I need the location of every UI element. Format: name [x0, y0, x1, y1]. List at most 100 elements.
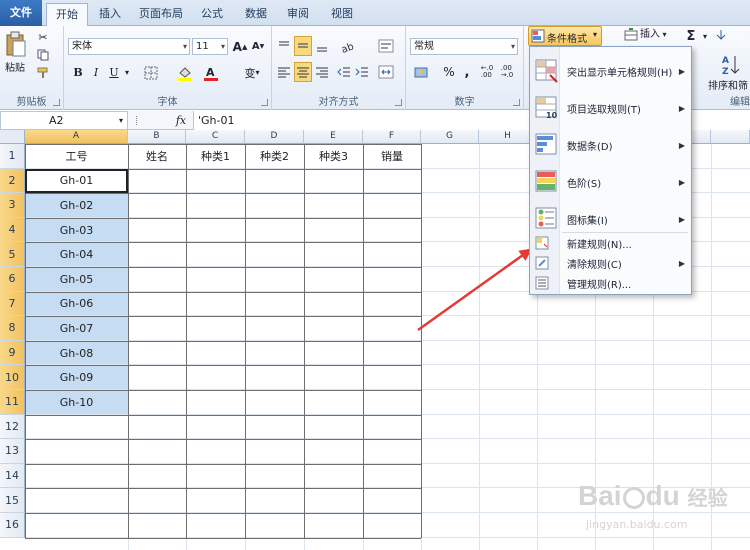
- align-top-icon[interactable]: [276, 38, 292, 54]
- shrink-font-icon[interactable]: A ▼: [250, 38, 266, 55]
- insert-cells-icon[interactable]: [624, 28, 638, 42]
- number-format-combo[interactable]: 常规 ▾: [410, 38, 518, 55]
- align-left-icon[interactable]: [276, 64, 292, 80]
- number-launcher-icon[interactable]: [513, 99, 520, 106]
- employee-id-cell[interactable]: Gh-01: [25, 169, 128, 194]
- table-header-cell[interactable]: 销量: [363, 144, 421, 169]
- tab-data[interactable]: 数据: [238, 3, 274, 26]
- tab-formulas[interactable]: 公式: [194, 3, 230, 26]
- borders-icon[interactable]: [140, 64, 162, 81]
- table-header-cell[interactable]: 工号: [25, 144, 128, 169]
- menu-item[interactable]: 清除规则(C) ▶: [530, 253, 693, 273]
- column-header[interactable]: A: [25, 130, 128, 144]
- increase-decimal-icon[interactable]: ←.0.00: [478, 64, 496, 80]
- row-header[interactable]: 16: [0, 513, 25, 538]
- name-box[interactable]: A2 ▾: [0, 111, 128, 130]
- employee-id-cell[interactable]: Gh-06: [25, 292, 128, 317]
- row-header[interactable]: 13: [0, 439, 25, 464]
- tab-review[interactable]: 审阅: [280, 3, 316, 26]
- tab-file[interactable]: 文件: [0, 0, 42, 26]
- fill-color-icon[interactable]: [174, 64, 196, 81]
- row-header[interactable]: 11: [0, 390, 25, 415]
- decrease-indent-icon[interactable]: [336, 64, 352, 80]
- row-header[interactable]: 2: [0, 168, 25, 194]
- column-header[interactable]: E: [304, 130, 363, 144]
- employee-id-cell[interactable]: Gh-03: [25, 218, 128, 243]
- row-header[interactable]: 14: [0, 463, 25, 489]
- employee-id-cell[interactable]: Gh-08: [25, 341, 128, 366]
- formula-bar-splitter[interactable]: [136, 116, 138, 125]
- comma-style-button[interactable]: ,: [460, 64, 474, 80]
- font-color-icon[interactable]: A: [200, 64, 222, 81]
- chevron-down-icon[interactable]: ▾: [122, 64, 132, 81]
- menu-item[interactable]: 新建规则(N)...: [530, 233, 693, 253]
- row-header[interactable]: 6: [0, 267, 25, 292]
- menu-item[interactable]: 色阶(S) ▶: [530, 164, 693, 200]
- column-header[interactable]: C: [186, 130, 245, 144]
- clipboard-launcher-icon[interactable]: [53, 99, 60, 106]
- table-header-cell[interactable]: 种类2: [245, 144, 304, 169]
- employee-id-cell[interactable]: Gh-05: [25, 267, 128, 292]
- paste-button[interactable]: 粘贴: [5, 60, 25, 78]
- font-launcher-icon[interactable]: [261, 99, 268, 106]
- percent-style-button[interactable]: %: [442, 64, 456, 80]
- chevron-down-icon[interactable]: ▾: [119, 112, 123, 129]
- decrease-decimal-icon[interactable]: .00 →.0: [498, 64, 516, 80]
- bold-button[interactable]: B: [70, 64, 86, 81]
- column-header[interactable]: F: [363, 130, 421, 144]
- wrap-text-icon[interactable]: [376, 38, 396, 54]
- table-header-cell[interactable]: 种类3: [304, 144, 363, 169]
- align-bottom-icon[interactable]: [314, 38, 330, 54]
- column-header[interactable]: B: [128, 130, 186, 144]
- format-painter-icon[interactable]: [36, 66, 50, 80]
- menu-item[interactable]: 10 项目选取规则(T) ▶: [530, 90, 693, 126]
- sort-filter-icon[interactable]: AZ: [720, 52, 746, 78]
- employee-id-cell[interactable]: Gh-02: [25, 193, 128, 218]
- insert-button[interactable]: 插入 ▾: [640, 26, 667, 44]
- row-header[interactable]: 10: [0, 365, 25, 390]
- paste-icon[interactable]: [4, 30, 28, 60]
- tab-insert[interactable]: 插入: [92, 3, 128, 26]
- menu-item[interactable]: 突出显示单元格规则(H) ▶: [530, 53, 693, 89]
- font-name-combo[interactable]: 宋体 ▾: [68, 38, 190, 55]
- menu-item[interactable]: 管理规则(R)...: [530, 273, 693, 293]
- align-right-icon[interactable]: [314, 64, 330, 80]
- align-middle-icon[interactable]: [294, 36, 312, 56]
- column-header[interactable]: D: [245, 130, 304, 144]
- row-header[interactable]: 9: [0, 340, 25, 366]
- column-header[interactable]: [711, 130, 750, 144]
- select-all-button[interactable]: [0, 130, 25, 144]
- fill-down-icon[interactable]: [714, 28, 728, 42]
- conditional-format-button[interactable]: 条件格式 ▾: [528, 26, 602, 46]
- row-header[interactable]: 15: [0, 488, 25, 513]
- table-header-cell[interactable]: 姓名: [128, 144, 186, 169]
- employee-id-cell[interactable]: Gh-09: [25, 365, 128, 390]
- tab-view[interactable]: 视图: [324, 3, 360, 26]
- orientation-icon[interactable]: ab: [338, 38, 360, 54]
- cut-icon[interactable]: ✂: [36, 30, 50, 44]
- merge-center-icon[interactable]: [376, 64, 398, 80]
- row-header[interactable]: 1: [0, 144, 25, 169]
- row-header[interactable]: 3: [0, 193, 25, 218]
- insert-function-icon[interactable]: fx: [170, 111, 192, 130]
- phonetic-icon[interactable]: 变 ▾: [240, 64, 264, 81]
- row-header[interactable]: 8: [0, 316, 25, 341]
- column-header[interactable]: G: [421, 130, 479, 144]
- font-size-combo[interactable]: 11 ▾: [192, 38, 228, 55]
- employee-id-cell[interactable]: Gh-07: [25, 316, 128, 341]
- autosum-icon[interactable]: Σ: [684, 28, 698, 44]
- increase-indent-icon[interactable]: [354, 64, 370, 80]
- row-header[interactable]: 4: [0, 217, 25, 243]
- align-center-icon[interactable]: [294, 62, 312, 82]
- accounting-format-icon[interactable]: [412, 64, 434, 80]
- alignment-launcher-icon[interactable]: [395, 99, 402, 106]
- italic-button[interactable]: I: [88, 64, 104, 81]
- row-header[interactable]: 5: [0, 242, 25, 267]
- tab-page-layout[interactable]: 页面布局: [132, 3, 190, 26]
- underline-button[interactable]: U: [106, 64, 122, 81]
- menu-item[interactable]: 数据条(D) ▶: [530, 127, 693, 163]
- chevron-down-icon[interactable]: ▾: [700, 28, 710, 44]
- row-header[interactable]: 12: [0, 414, 25, 440]
- employee-id-cell[interactable]: Gh-04: [25, 242, 128, 267]
- tab-home[interactable]: 开始: [46, 3, 88, 27]
